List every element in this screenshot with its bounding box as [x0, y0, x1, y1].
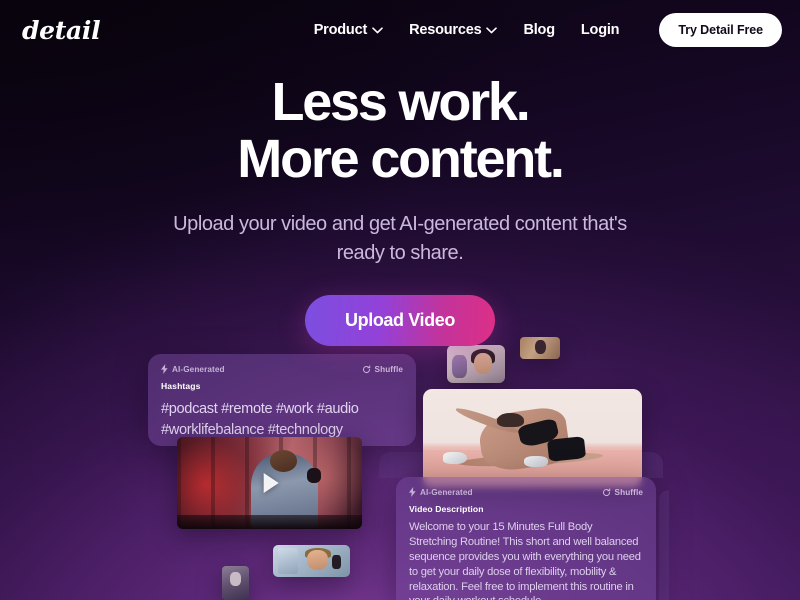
hashtags-list: #podcast #remote #work #audio #worklifeb…: [148, 391, 416, 440]
headline-line-1: Less work.: [271, 72, 530, 132]
nav-item-login[interactable]: Login: [580, 22, 620, 38]
stretching-video-thumbnail[interactable]: [423, 389, 642, 487]
ai-generated-label: AI-Generated: [172, 364, 225, 374]
girl-thumbnail-image: [447, 345, 505, 383]
nav-item-label: Product: [313, 22, 368, 38]
site-header: detail Product Resources Blog Login Try …: [0, 0, 800, 60]
description-card-title: Video Description: [409, 504, 484, 514]
description-card-body: Welcome to your 15 Minutes Full Body Str…: [409, 521, 641, 600]
mini-thumbnail[interactable]: [222, 566, 249, 600]
description-card-header: AI-Generated Shuffle: [396, 477, 656, 497]
shuffle-label: Shuffle: [614, 487, 643, 497]
hashtags-card[interactable]: AI-Generated Shuffle Hashtags #podcast #…: [148, 354, 416, 446]
ghost-strip-backdrop: [659, 490, 669, 600]
hero-subheadline: Upload your video and get AI-generated c…: [165, 210, 635, 267]
chevron-down-icon: [486, 26, 498, 33]
refresh-circle-icon: [362, 364, 370, 373]
shuffle-label: Shuffle: [374, 364, 403, 374]
mini-thumbnail-image: [222, 566, 249, 600]
nav-item-label: Blog: [523, 22, 555, 38]
ai-generated-badge: AI-Generated: [161, 364, 225, 374]
hashtags-line-1: #podcast #remote #work #audio: [161, 401, 359, 417]
mic-thumbnail-image: [273, 545, 350, 577]
brand-logo[interactable]: detail: [22, 18, 101, 43]
mic-video-thumbnail[interactable]: [273, 545, 350, 577]
shuffle-button[interactable]: Shuffle: [362, 365, 403, 374]
video-description-card[interactable]: AI-Generated Shuffle Video Description W…: [396, 477, 656, 600]
lightning-bolt-icon: [161, 364, 168, 374]
shuffle-button[interactable]: Shuffle: [602, 488, 643, 497]
upload-video-button[interactable]: Upload Video: [305, 295, 495, 347]
headline-line-2: More content.: [237, 129, 565, 190]
nav-item-label: Login: [580, 22, 620, 38]
stretching-thumbnail-image: [423, 389, 642, 487]
chevron-down-icon: [372, 26, 383, 33]
landing-page: detail Product Resources Blog Login Try …: [0, 0, 800, 600]
hashtags-card-title: Hashtags: [161, 381, 201, 391]
play-triangle-icon[interactable]: [263, 473, 279, 493]
subheadline-line-1: Upload your video and get AI-generated: [173, 213, 510, 236]
refresh-circle-icon: [602, 487, 610, 496]
ai-generated-badge: AI-Generated: [409, 487, 473, 497]
nav-item-product[interactable]: Product: [314, 22, 383, 38]
ai-generated-label: AI-Generated: [420, 487, 473, 497]
hero-section: Less work. More content. Upload your vid…: [0, 60, 800, 347]
lightning-bolt-icon: [409, 487, 416, 497]
girl-thumbnail[interactable]: [447, 345, 505, 383]
try-detail-free-button[interactable]: Try Detail Free: [659, 13, 782, 47]
nav-item-blog[interactable]: Blog: [523, 22, 555, 38]
nav-item-resources[interactable]: Resources: [409, 22, 498, 38]
podcast-video-thumbnail[interactable]: [177, 437, 362, 529]
page-title: Less work. More content.: [0, 72, 800, 190]
main-navigation: Product Resources Blog Login Try Detail …: [314, 13, 782, 47]
hashtags-card-header: AI-Generated Shuffle: [148, 354, 416, 374]
nav-item-label: Resources: [409, 22, 482, 38]
